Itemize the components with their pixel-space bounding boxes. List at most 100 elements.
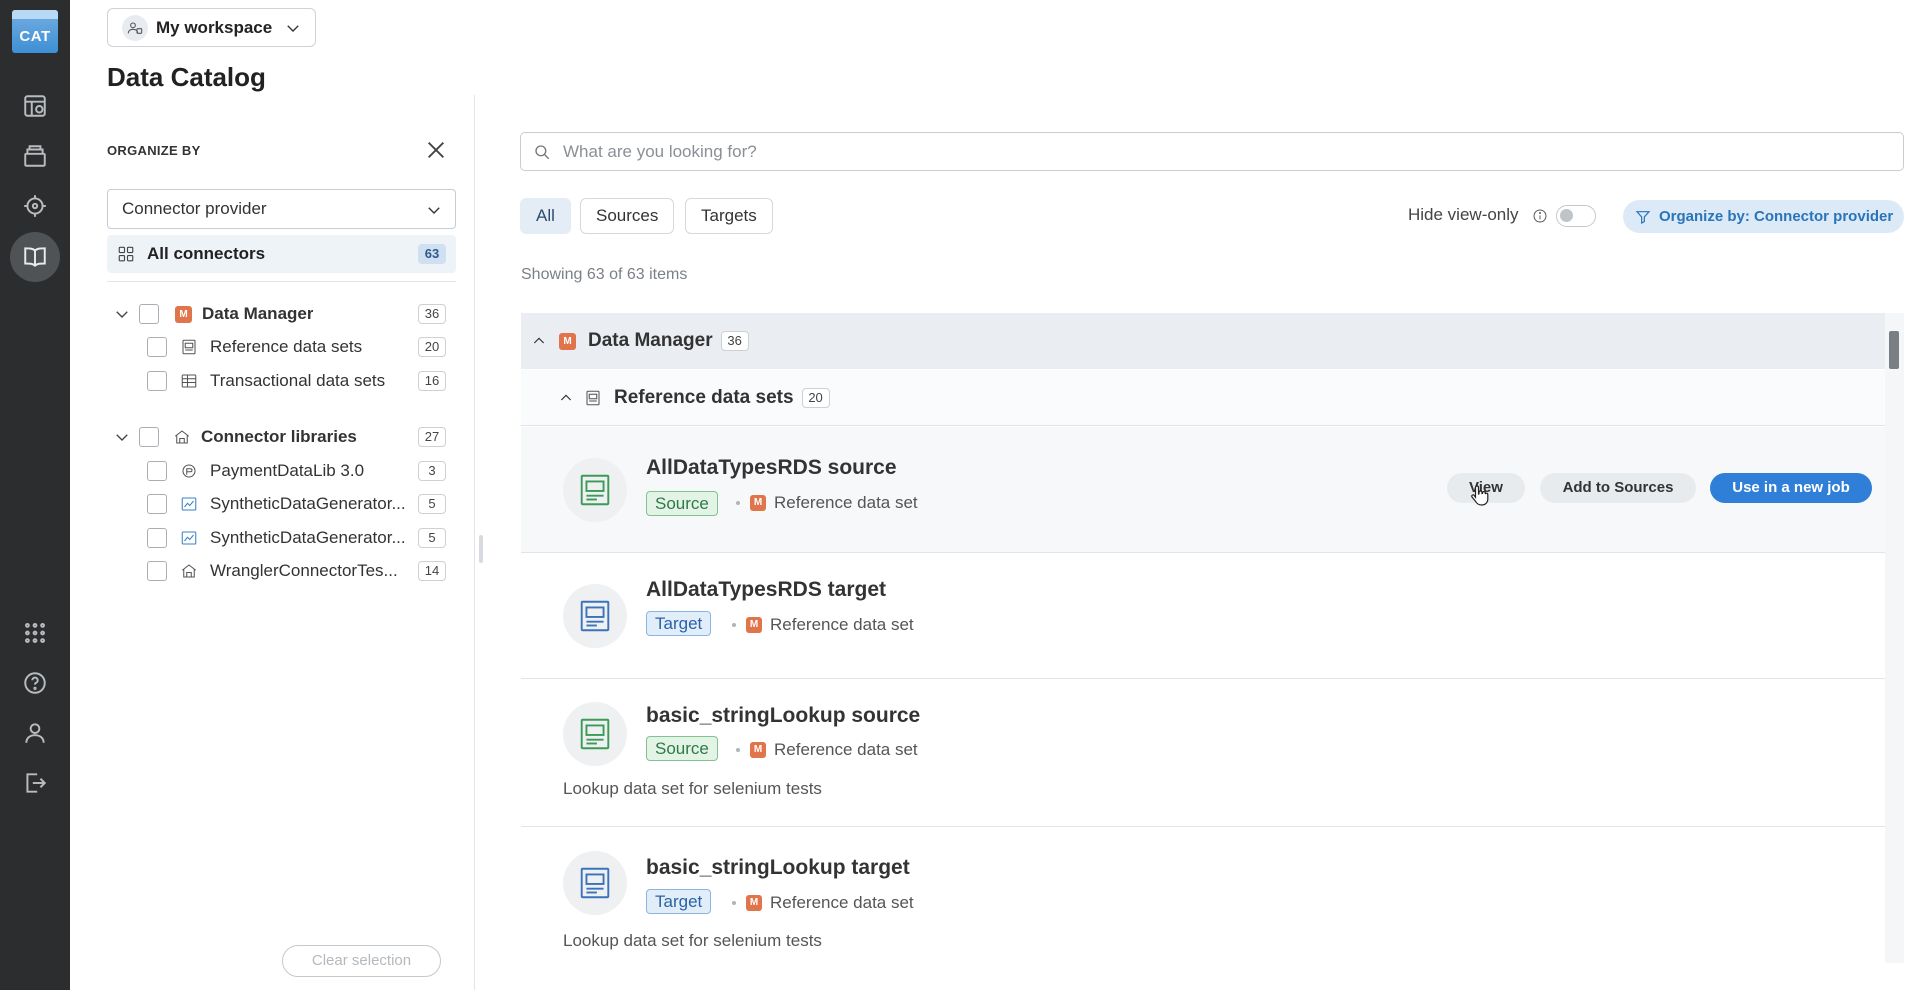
checkbox[interactable] [139,304,159,324]
item-description: Lookup data set for selenium tests [563,931,822,950]
tree-item-syntheticdatagenerator-2[interactable]: SyntheticDataGenerator... 5 [107,523,456,553]
data-manager-icon: M [750,742,766,758]
data-manager-icon: M [746,617,762,633]
payment-lib-icon [180,462,198,480]
add-to-sources-button[interactable]: Add to Sources [1540,473,1696,503]
tree-item-data-manager[interactable]: M Data Manager 36 [107,299,456,329]
synthetic-data-icon [180,495,198,513]
organize-by-select[interactable]: Connector provider [107,189,456,229]
close-icon[interactable] [425,139,447,161]
tree-item-label: SyntheticDataGenerator... [210,528,406,547]
organize-by-label: ORGANIZE BY [107,143,201,158]
rail-projects-button[interactable] [10,131,60,181]
item-type: M Reference data set [732,893,914,913]
source-tag: Source [646,736,718,761]
list-item[interactable]: AllDataTypesRDS source Source M Referenc… [521,427,1885,553]
library-icon [180,562,198,580]
workspace-label: My workspace [156,17,273,37]
apps-icon [25,623,45,643]
hide-view-only-toggle[interactable] [1556,205,1596,227]
tree-item-count: 5 [418,494,446,514]
rail-jobs-button[interactable] [10,81,60,131]
checkbox[interactable] [147,494,167,514]
item-type-label: Reference data set [770,615,914,634]
tree-item-wranglerconnector[interactable]: WranglerConnectorTes... 14 [107,556,456,586]
chevron-up-icon[interactable] [558,390,574,406]
filter-targets[interactable]: Targets [685,198,773,234]
library-icon [173,428,191,446]
chevron-down-icon[interactable] [113,428,131,446]
rail-user-button[interactable] [10,708,60,758]
rail-apps-button[interactable] [10,608,60,658]
app-logo[interactable]: CAT [12,10,58,53]
use-in-new-job-button[interactable]: Use in a new job [1710,473,1872,503]
source-dataset-icon [563,458,627,522]
checkbox[interactable] [147,561,167,581]
rail-monitor-button[interactable] [10,181,60,231]
checkbox[interactable] [147,461,167,481]
item-name[interactable]: AllDataTypesRDS target [646,578,886,602]
item-type-label: Reference data set [770,893,914,912]
subgroup-count: 20 [801,387,830,408]
rail-logout-button[interactable] [10,758,60,808]
list-scrollbar[interactable] [1885,313,1904,963]
tree-item-transactional-data-sets[interactable]: Transactional data sets 16 [107,366,456,396]
item-name[interactable]: basic_stringLookup target [646,856,910,880]
checkbox[interactable] [147,528,167,548]
item-name[interactable]: basic_stringLookup source [646,704,920,728]
item-type: M Reference data set [736,493,918,513]
data-manager-icon: M [746,895,762,911]
target-tag: Target [646,889,712,914]
monitor-icon [24,195,46,217]
group-label: Data Manager [588,330,713,351]
logo-stripe [12,10,58,19]
list-item[interactable]: basic_stringLookup source Source M Refer… [521,679,1885,827]
checkbox[interactable] [139,427,159,447]
catalog-icon [24,247,46,268]
rail-help-button[interactable] [10,658,60,708]
item-type-label: Reference data set [774,493,918,512]
list-item[interactable]: AllDataTypesRDS target Target M Referenc… [521,553,1885,679]
all-connectors-item[interactable]: All connectors 63 [107,235,456,273]
tree-item-label: WranglerConnectorTes... [210,561,398,580]
tree-item-count: 27 [418,427,446,447]
organize-sidebar: ORGANIZE BY Connector provider All conne… [70,95,475,990]
subgroup-header-reference-data-sets[interactable]: Reference data sets 20 [521,370,1885,426]
tree-item-label: Connector libraries [201,427,357,446]
search-input[interactable]: What are you looking for? [520,132,1904,171]
checkbox[interactable] [147,371,167,391]
group-count: 36 [720,331,749,351]
hide-view-only-label: Hide view-only [1408,205,1519,224]
checkbox[interactable] [147,337,167,357]
organize-by-button[interactable]: Organize by: Connector provider [1623,200,1904,233]
group-header-data-manager[interactable]: M Data Manager 36 [521,313,1885,369]
item-name[interactable]: AllDataTypesRDS source [646,456,897,480]
chevron-up-icon[interactable] [531,333,547,349]
organize-by-value: Connector provider [122,199,267,218]
list-item[interactable]: basic_stringLookup target Target M Refer… [521,827,1885,963]
tree-item-reference-data-sets[interactable]: Reference data sets 20 [107,332,456,362]
results-count: Showing 63 of 63 items [521,266,688,283]
tree-item-syntheticdatagenerator-1[interactable]: SyntheticDataGenerator... 5 [107,489,456,519]
reference-data-icon [180,338,198,356]
workspace-selector[interactable]: My workspace [107,8,316,47]
filter-sources[interactable]: Sources [580,198,675,234]
source-dataset-icon [563,702,627,766]
tree-item-paymentdatalib[interactable]: PaymentDataLib 3.0 3 [107,456,456,486]
scrollbar-thumb[interactable] [1889,331,1899,369]
tree-item-connector-libraries[interactable]: Connector libraries 27 [107,422,456,452]
clear-selection-button[interactable]: Clear selection [282,945,441,977]
search-icon [535,144,550,159]
tree-item-label: PaymentDataLib 3.0 [210,461,365,480]
rail-catalog-button[interactable] [10,232,60,282]
chevron-down-icon [287,24,299,32]
filter-all[interactable]: All [520,198,571,234]
item-type-label: Reference data set [774,740,918,759]
tree-item-label: Data Manager [202,304,314,323]
info-icon[interactable] [1532,208,1548,224]
tree-item-count: 5 [418,528,446,548]
chevron-down-icon[interactable] [113,305,131,323]
tree-item-count: 36 [418,304,446,324]
tree-item-count: 16 [418,371,446,391]
sidebar-resize-handle[interactable] [479,535,483,563]
